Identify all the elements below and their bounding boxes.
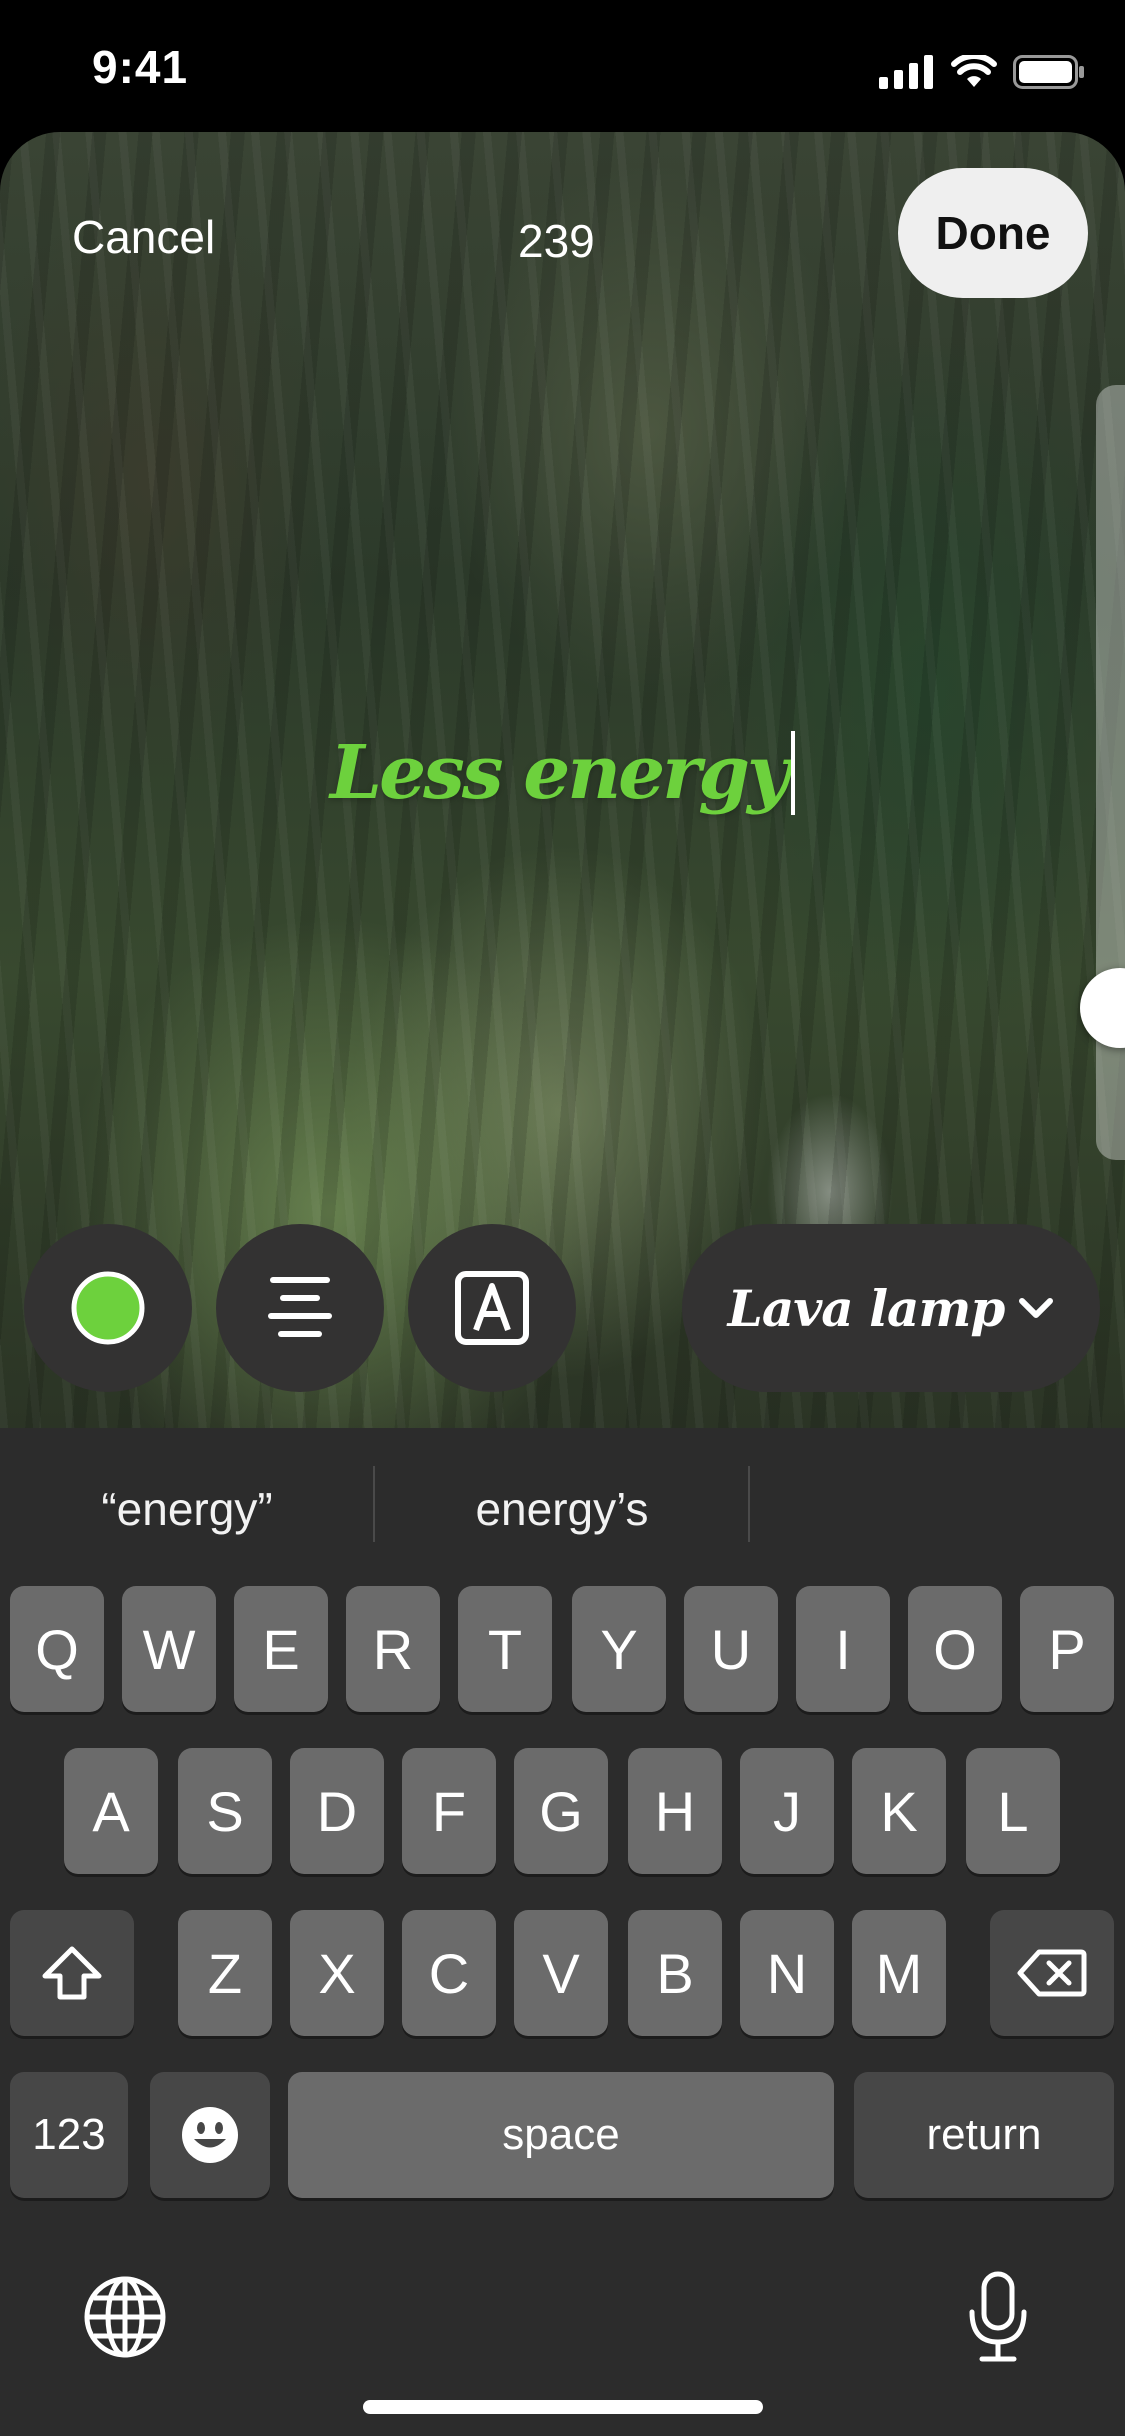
wifi-icon bbox=[951, 55, 997, 87]
key-k[interactable]: K bbox=[852, 1748, 946, 1874]
numbers-key[interactable]: 123 bbox=[10, 2072, 128, 2198]
emoji-key[interactable] bbox=[150, 2072, 270, 2198]
key-e[interactable]: E bbox=[234, 1586, 328, 1712]
key-l[interactable]: L bbox=[966, 1748, 1060, 1874]
battery-icon bbox=[1013, 55, 1084, 89]
key-q[interactable]: Q bbox=[10, 1586, 104, 1712]
key-o[interactable]: O bbox=[908, 1586, 1002, 1712]
done-button[interactable]: Done bbox=[898, 168, 1088, 298]
text-cursor bbox=[790, 731, 795, 815]
key-z[interactable]: Z bbox=[178, 1910, 272, 2036]
text-color-button[interactable] bbox=[24, 1224, 192, 1392]
key-t[interactable]: T bbox=[458, 1586, 552, 1712]
key-f[interactable]: F bbox=[402, 1748, 496, 1874]
shift-arrow-icon bbox=[42, 1946, 102, 2000]
key-h[interactable]: H bbox=[628, 1748, 722, 1874]
chevron-down-icon bbox=[1019, 1298, 1054, 1318]
shift-key[interactable] bbox=[10, 1910, 134, 2036]
suggestion-1[interactable]: “energy” bbox=[0, 1474, 374, 1544]
text-align-button[interactable] bbox=[216, 1224, 384, 1392]
text-background-icon bbox=[455, 1271, 529, 1345]
key-a[interactable]: A bbox=[64, 1748, 158, 1874]
status-icons bbox=[879, 50, 1085, 94]
return-key[interactable]: return bbox=[854, 2072, 1114, 2198]
key-d[interactable]: D bbox=[290, 1748, 384, 1874]
suggestion-3[interactable] bbox=[750, 1474, 1124, 1544]
cellular-signal-icon bbox=[879, 55, 933, 89]
text-style-button[interactable] bbox=[408, 1224, 576, 1392]
key-s[interactable]: S bbox=[178, 1748, 272, 1874]
delete-key[interactable] bbox=[990, 1910, 1114, 2036]
align-center-icon bbox=[268, 1277, 332, 1337]
key-n[interactable]: N bbox=[740, 1910, 834, 2036]
status-time: 9:41 bbox=[92, 41, 189, 93]
key-u[interactable]: U bbox=[684, 1586, 778, 1712]
key-g[interactable]: G bbox=[514, 1748, 608, 1874]
globe-icon bbox=[84, 2276, 166, 2358]
globe-button[interactable] bbox=[82, 2274, 168, 2365]
key-c[interactable]: C bbox=[402, 1910, 496, 2036]
character-count: 239 bbox=[518, 215, 595, 267]
font-selector[interactable]: Lava lamp bbox=[682, 1224, 1100, 1392]
key-w[interactable]: W bbox=[122, 1586, 216, 1712]
story-text-input[interactable]: Less energy bbox=[330, 730, 790, 816]
suggestion-2[interactable]: energy’s bbox=[375, 1474, 749, 1544]
key-j[interactable]: J bbox=[740, 1748, 834, 1874]
backspace-icon bbox=[1017, 1949, 1087, 1997]
key-m[interactable]: M bbox=[852, 1910, 946, 2036]
home-indicator[interactable] bbox=[363, 2400, 763, 2414]
color-swatch-icon bbox=[71, 1271, 145, 1345]
font-name: Lava lamp bbox=[727, 1278, 1006, 1338]
key-r[interactable]: R bbox=[346, 1586, 440, 1712]
space-key[interactable]: space bbox=[288, 2072, 834, 2198]
cancel-button[interactable]: Cancel bbox=[72, 210, 215, 264]
key-b[interactable]: B bbox=[628, 1910, 722, 2036]
key-y[interactable]: Y bbox=[572, 1586, 666, 1712]
dictation-button[interactable] bbox=[966, 2270, 1030, 2369]
key-x[interactable]: X bbox=[290, 1910, 384, 2036]
microphone-icon bbox=[969, 2271, 1027, 2362]
key-v[interactable]: V bbox=[514, 1910, 608, 2036]
emoji-icon bbox=[182, 2107, 238, 2163]
key-i[interactable]: I bbox=[796, 1586, 890, 1712]
text-field-container[interactable]: Less energy bbox=[0, 730, 1125, 816]
key-p[interactable]: P bbox=[1020, 1586, 1114, 1712]
